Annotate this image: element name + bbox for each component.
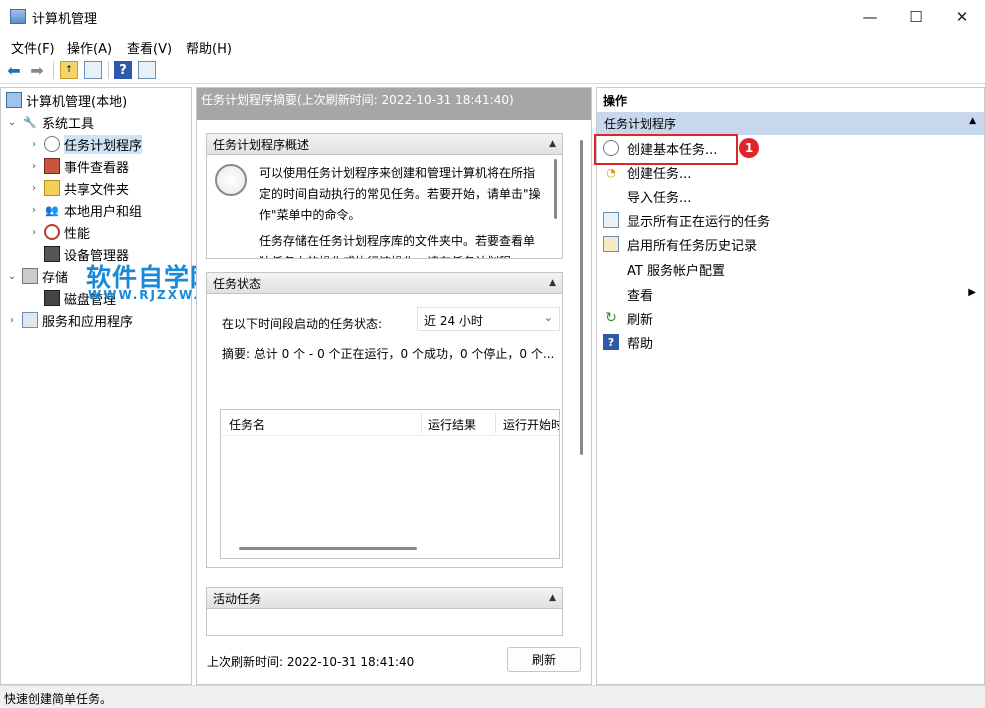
summary-text: 摘要: 总计 0 个 - 0 个正在运行，0 个成功，0 个停止，0 个... bbox=[222, 347, 555, 361]
tree-item-event-viewer[interactable]: › 事件查看器 bbox=[6, 155, 192, 177]
task-status-section-header[interactable]: 任务状态 ▲ bbox=[206, 272, 563, 294]
chevron-right-icon[interactable]: › bbox=[6, 315, 18, 326]
chevron-right-icon[interactable]: › bbox=[28, 161, 40, 172]
performance-icon bbox=[44, 224, 60, 240]
action-import-task[interactable]: 导入任务... bbox=[597, 184, 984, 208]
forward-icon[interactable]: ➡ bbox=[28, 61, 46, 80]
status-period-label: 在以下时间段启动的任务状态: bbox=[222, 317, 383, 331]
overview-section-body: 可以使用任务计划程序来创建和管理计算机将在所指定的时间自动执行的常见任务。若要开… bbox=[206, 155, 563, 259]
chevron-right-icon[interactable]: › bbox=[28, 205, 40, 216]
help-icon[interactable]: ? bbox=[114, 61, 132, 79]
chevron-right-icon[interactable]: › bbox=[28, 139, 40, 150]
event-viewer-icon bbox=[44, 158, 60, 174]
action-help[interactable]: ? 帮助 bbox=[597, 330, 984, 354]
summary-header: 任务计划程序摘要(上次刷新时间: 2022-10-31 18:41:40) bbox=[197, 88, 591, 120]
refresh-icon: ↻ bbox=[605, 310, 617, 326]
tree-item-performance[interactable]: › 性能 bbox=[6, 221, 192, 243]
overview-section-header[interactable]: 任务计划程序概述 ▲ bbox=[206, 133, 563, 155]
table-header: 任务名 运行结果 运行开始时 bbox=[221, 410, 559, 436]
chevron-down-icon[interactable]: ⌄ bbox=[6, 117, 18, 128]
column-run-start[interactable]: 运行开始时 bbox=[503, 416, 559, 433]
show-hide-tree-icon[interactable] bbox=[84, 61, 102, 79]
menu-file[interactable]: 文件(F) bbox=[11, 38, 55, 57]
overview-paragraph-2: 任务存储在任务计划程序库的文件夹中。若要查看单独任务上的操作或执行该操作，请在任… bbox=[259, 234, 536, 258]
column-run-result[interactable]: 运行结果 bbox=[428, 416, 476, 433]
column-task-name[interactable]: 任务名 bbox=[229, 416, 265, 433]
up-folder-icon[interactable]: ↑ bbox=[60, 61, 78, 79]
actions-header: 操作 bbox=[603, 94, 628, 108]
tools-icon: 🔧 bbox=[23, 115, 37, 129]
computer-icon bbox=[6, 92, 22, 108]
window-title: 计算机管理 bbox=[32, 12, 98, 27]
clock-icon bbox=[44, 136, 60, 152]
column-divider bbox=[495, 413, 496, 433]
action-show-running-tasks[interactable]: 显示所有正在运行的任务 bbox=[597, 208, 984, 232]
menu-action[interactable]: 操作(A) bbox=[67, 38, 112, 57]
toolbar-divider bbox=[53, 61, 54, 79]
services-icon bbox=[22, 312, 38, 328]
active-tasks-section-body bbox=[206, 609, 563, 636]
device-manager-icon bbox=[44, 246, 60, 262]
tree-item-shared-folders[interactable]: › 共享文件夹 bbox=[6, 177, 192, 199]
collapse-icon[interactable]: ▲ bbox=[549, 139, 556, 149]
back-icon[interactable]: ⬅ bbox=[5, 61, 23, 80]
action-at-service-config[interactable]: AT 服务帐户配置 bbox=[597, 256, 984, 282]
chevron-down-icon: ⌄ bbox=[543, 311, 553, 324]
refresh-button[interactable]: 刷新 bbox=[507, 647, 581, 672]
show-hide-action-pane-icon[interactable] bbox=[138, 61, 156, 79]
clock-icon bbox=[215, 164, 247, 196]
chevron-down-icon[interactable]: ⌄ bbox=[6, 271, 18, 282]
task-table: 任务名 运行结果 运行开始时 bbox=[220, 409, 560, 559]
collapse-icon[interactable]: ▲ bbox=[549, 278, 556, 288]
tree-item-root[interactable]: 计算机管理(本地) bbox=[6, 89, 192, 111]
storage-icon bbox=[22, 268, 38, 284]
submenu-arrow-icon: ▶ bbox=[968, 287, 976, 298]
collapse-icon[interactable]: ▲ bbox=[969, 116, 976, 126]
title-bar bbox=[0, 0, 985, 34]
actions-group-header[interactable]: 任务计划程序 ▲ bbox=[597, 112, 984, 135]
minimize-button[interactable]: — bbox=[847, 0, 893, 34]
shared-folder-icon bbox=[44, 180, 60, 196]
task-icon: ◔ bbox=[606, 165, 616, 179]
disk-icon bbox=[44, 290, 60, 306]
close-button[interactable]: ✕ bbox=[939, 0, 985, 34]
chevron-right-icon[interactable]: › bbox=[28, 227, 40, 238]
chevron-right-icon[interactable]: › bbox=[28, 183, 40, 194]
period-select[interactable]: 近 24 小时 ⌄ bbox=[417, 307, 560, 331]
maximize-button[interactable]: ☐ bbox=[893, 0, 939, 34]
last-refresh-text: 上次刷新时间: 2022-10-31 18:41:40 bbox=[207, 655, 415, 669]
tree-item-system-tools[interactable]: ⌄ 🔧 系统工具 bbox=[6, 111, 192, 133]
action-view[interactable]: 查看 ▶ bbox=[597, 282, 984, 306]
collapse-icon[interactable]: ▲ bbox=[549, 593, 556, 603]
highlight-box bbox=[594, 134, 738, 165]
users-icon: 👥 bbox=[45, 203, 59, 217]
toolbar-divider bbox=[108, 61, 109, 79]
overview-paragraph-1: 可以使用任务计划程序来创建和管理计算机将在所指定的时间自动执行的常见任务。若要开… bbox=[259, 166, 541, 222]
center-scrollbar[interactable] bbox=[580, 140, 583, 455]
help-icon: ? bbox=[603, 334, 619, 350]
column-divider bbox=[421, 413, 422, 433]
step-badge: 1 bbox=[739, 138, 759, 158]
tree-item-services[interactable]: › 服务和应用程序 bbox=[6, 309, 192, 331]
action-refresh[interactable]: ↻ 刷新 bbox=[597, 306, 984, 330]
menu-help[interactable]: 帮助(H) bbox=[186, 38, 232, 57]
running-tasks-icon bbox=[603, 212, 619, 228]
computer-management-icon bbox=[10, 9, 26, 24]
active-tasks-section-header[interactable]: 活动任务 ▲ bbox=[206, 587, 563, 609]
horizontal-scrollbar[interactable] bbox=[239, 547, 417, 550]
tree-item-local-users[interactable]: › 👥 本地用户和组 bbox=[6, 199, 192, 221]
action-enable-history[interactable]: 启用所有任务历史记录 bbox=[597, 232, 984, 256]
menu-view[interactable]: 查看(V) bbox=[127, 38, 172, 57]
status-bar: 快速创建简单任务。 bbox=[0, 685, 985, 708]
history-icon bbox=[603, 236, 619, 252]
actions-list: 创建基本任务... ◔ 创建任务... 导入任务... 显示所有正在运行的任务 … bbox=[597, 136, 984, 354]
task-status-section-body: 在以下时间段启动的任务状态: 近 24 小时 ⌄ 摘要: 总计 0 个 - 0 … bbox=[206, 294, 563, 568]
scrollbar-thumb[interactable] bbox=[554, 159, 557, 219]
tree-item-task-scheduler[interactable]: › 任务计划程序 bbox=[6, 133, 192, 155]
